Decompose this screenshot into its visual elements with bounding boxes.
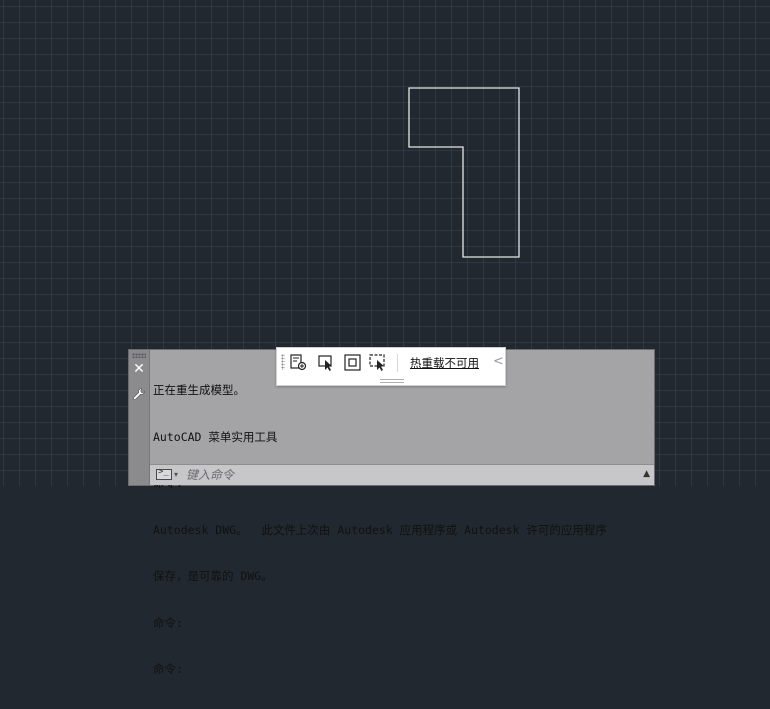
command-input-row: >_ ▾ ▲ xyxy=(150,464,654,485)
rectangle-select-icon[interactable] xyxy=(343,353,362,372)
window-select-icon[interactable] xyxy=(368,353,387,372)
toolbar-resize-handle[interactable] xyxy=(380,379,404,383)
command-input[interactable] xyxy=(186,467,626,483)
command-history: 正在重生成模型。 AutoCAD 菜单实用工具 命令: Autodesk DWG… xyxy=(153,352,653,709)
chevron-down-icon[interactable]: ▾ xyxy=(174,470,178,479)
history-line: 保存，是可靠的 DWG。 xyxy=(153,569,273,583)
history-line: 命令: xyxy=(153,615,183,630)
hot-reload-toolbar: 热重载不可用 < xyxy=(276,347,506,386)
history-line: 命令: xyxy=(153,662,183,676)
history-line: AutoCAD 菜单实用工具 xyxy=(153,429,278,444)
hot-reload-unavailable-link[interactable]: 热重载不可用 xyxy=(410,355,479,371)
history-scroll-up-button[interactable]: ▲ xyxy=(643,469,650,479)
history-line: Autodesk DWG。 此文件上次由 Autodesk 应用程序或 Auto… xyxy=(153,522,607,537)
command-line-sidebar: ✕ xyxy=(129,350,150,485)
toolbar-grip[interactable] xyxy=(281,354,285,370)
l-shaped-polyline[interactable] xyxy=(408,87,520,258)
wrench-icon[interactable] xyxy=(132,386,146,400)
insert-block-icon[interactable] xyxy=(289,353,308,372)
toolbar-divider xyxy=(397,354,398,372)
chevron-left-icon[interactable]: < xyxy=(493,354,504,369)
select-object-icon[interactable] xyxy=(317,353,336,372)
command-prompt-icon[interactable]: >_ xyxy=(156,467,172,480)
close-command-line-button[interactable]: ✕ xyxy=(132,362,146,376)
palette-grip[interactable] xyxy=(132,353,146,358)
